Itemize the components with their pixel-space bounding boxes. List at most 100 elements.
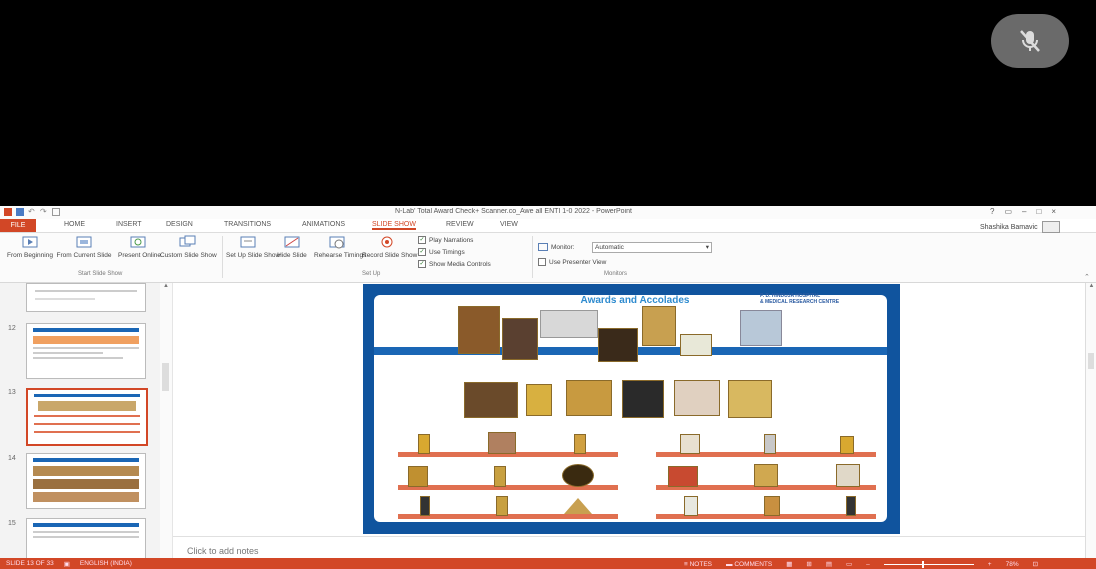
scroll-thumb[interactable] (1088, 353, 1094, 369)
award-photo (680, 334, 712, 356)
ribbon-display-icon[interactable]: ▭ (1004, 207, 1012, 216)
help-icon[interactable]: ? (990, 207, 994, 216)
trophy (764, 434, 776, 454)
save-icon[interactable] (16, 208, 24, 216)
stopwatch-icon (329, 236, 345, 249)
group-label-setup: Set Up (362, 271, 381, 277)
scroll-thumb[interactable] (162, 363, 169, 391)
play-from-start-icon (22, 236, 38, 248)
slide-number: 13 (8, 389, 16, 396)
show-media-controls-checkbox[interactable]: ✓ Show Media Controls (418, 260, 491, 268)
present-icon[interactable] (52, 208, 60, 216)
zoom-slider-thumb[interactable] (921, 560, 924, 568)
tab-home[interactable]: HOME (64, 221, 85, 228)
record-slide-show-button[interactable]: Record Slide Show (362, 235, 417, 260)
title-bar: ↶ ↷ N-Lab' Total Award Check+ Scanner.co… (0, 206, 1096, 219)
spellcheck-icon[interactable]: ▣ (64, 560, 70, 568)
notes-button[interactable]: ≡ NOTES (684, 561, 712, 568)
scroll-up-icon[interactable]: ▲ (160, 283, 172, 289)
present-online-button[interactable]: Present Online (118, 235, 161, 260)
slide-thumbnail-panel: 12 13 14 15 (0, 283, 161, 560)
redo-icon[interactable]: ↷ (40, 208, 48, 216)
close-icon[interactable]: × (1051, 207, 1056, 216)
use-timings-checkbox[interactable]: ✓ Use Timings (418, 248, 465, 256)
award-photo (526, 384, 552, 416)
muted-microphone-indicator[interactable] (991, 14, 1069, 68)
slide-counter: SLIDE 13 OF 33 (6, 560, 54, 567)
slide-sorter-icon[interactable]: ⊞ (806, 560, 811, 568)
checkbox-checked-icon: ✓ (418, 260, 426, 268)
award-photo (598, 328, 638, 362)
quick-access-toolbar: ↶ ↷ (4, 208, 60, 216)
zoom-slider[interactable] (883, 560, 974, 568)
reading-view-icon[interactable]: ▤ (826, 560, 832, 568)
zoom-in-icon[interactable]: + (988, 561, 992, 568)
ribbon-separator (222, 236, 223, 278)
ribbon-separator (532, 236, 533, 278)
award-photo (728, 380, 772, 418)
avatar (1041, 221, 1060, 233)
slide-number: 15 (8, 520, 16, 527)
trophy (574, 434, 586, 454)
zoom-level[interactable]: 78% (1006, 561, 1019, 568)
scroll-up-icon[interactable]: ▲ (1086, 283, 1096, 289)
tab-file[interactable]: FILE (0, 219, 36, 232)
tab-review[interactable]: REVIEW (446, 221, 474, 228)
award-photo (642, 306, 676, 346)
from-beginning-button[interactable]: From Beginning (4, 235, 56, 260)
trophy (494, 466, 506, 487)
powerpoint-logo-icon (4, 208, 12, 216)
slide-show-icon[interactable]: ▭ (846, 560, 852, 568)
maximize-icon[interactable]: □ (1036, 207, 1041, 216)
slide-thumbnail-selected[interactable] (26, 388, 148, 446)
trophy (684, 496, 698, 516)
monitor-select[interactable]: Automatic ▾ (592, 242, 712, 253)
ribbon-tabs: FILE HOME INSERT DESIGN TRANSITIONS ANIM… (0, 219, 1096, 233)
hide-slide-button[interactable]: Hide Slide (274, 235, 310, 260)
collapse-ribbon-icon[interactable]: ⌃ (1084, 273, 1090, 281)
status-bar: SLIDE 13 OF 33 ▣ ENGLISH (INDIA) ≡ NOTES… (0, 558, 1096, 569)
slide-thumbnail[interactable] (26, 453, 146, 509)
group-label-start: Start Slide Show (78, 271, 123, 277)
trophy (488, 432, 516, 454)
ribbon-slide-show: From Beginning From Current Slide Presen… (0, 233, 1096, 283)
normal-view-icon[interactable]: ▦ (786, 560, 792, 568)
language-indicator[interactable]: ENGLISH (INDIA) (80, 560, 132, 568)
user-account[interactable]: Shashika Bamavic (980, 221, 1060, 233)
monitor-label: Monitor: (538, 243, 574, 251)
thumbnail-scrollbar[interactable]: ▲ (160, 283, 173, 558)
slide-number: 14 (8, 455, 16, 462)
trophy (764, 496, 780, 516)
tab-design[interactable]: DESIGN (166, 221, 193, 228)
use-presenter-view-checkbox[interactable]: Use Presenter View (538, 258, 606, 266)
custom-show-icon (179, 235, 196, 247)
tab-insert[interactable]: INSERT (116, 221, 142, 228)
slide-thumbnail[interactable] (26, 283, 146, 312)
tab-animations[interactable]: ANIMATIONS (302, 221, 345, 228)
group-label-monitors: Monitors (604, 271, 628, 277)
trophy (496, 496, 508, 516)
present-online-icon (130, 236, 146, 248)
minimize-icon[interactable]: – (1022, 207, 1026, 216)
slide-scrollbar[interactable]: ▲ (1085, 283, 1096, 558)
window-controls: ? ▭ – □ × (990, 207, 1056, 216)
custom-slide-show-button[interactable]: Custom Slide Show (160, 235, 217, 260)
play-narrations-checkbox[interactable]: ✓ Play Narrations (418, 236, 473, 244)
fit-to-window-icon[interactable]: ⊡ (1033, 560, 1038, 568)
from-current-slide-button[interactable]: From Current Slide (56, 235, 112, 260)
rehearse-timings-button[interactable]: Rehearse Timings (314, 235, 366, 260)
set-up-slide-show-button[interactable]: Set Up Slide Show (226, 235, 280, 260)
zoom-out-icon[interactable]: – (866, 561, 870, 568)
tab-slide-show[interactable]: SLIDE SHOW (372, 221, 416, 230)
award-photo (622, 380, 664, 418)
shelf (398, 514, 618, 519)
setup-icon (240, 236, 256, 248)
tab-view[interactable]: VIEW (500, 221, 518, 228)
slide-thumbnail[interactable] (26, 323, 146, 379)
slide-number: 12 (8, 325, 16, 332)
slide-thumbnail[interactable] (26, 518, 146, 560)
comments-button[interactable]: ▬ COMMENTS (726, 561, 772, 568)
undo-icon[interactable]: ↶ (28, 208, 36, 216)
notes-pane[interactable]: Click to add notes (173, 536, 1085, 559)
tab-transitions[interactable]: TRANSITIONS (224, 221, 271, 228)
